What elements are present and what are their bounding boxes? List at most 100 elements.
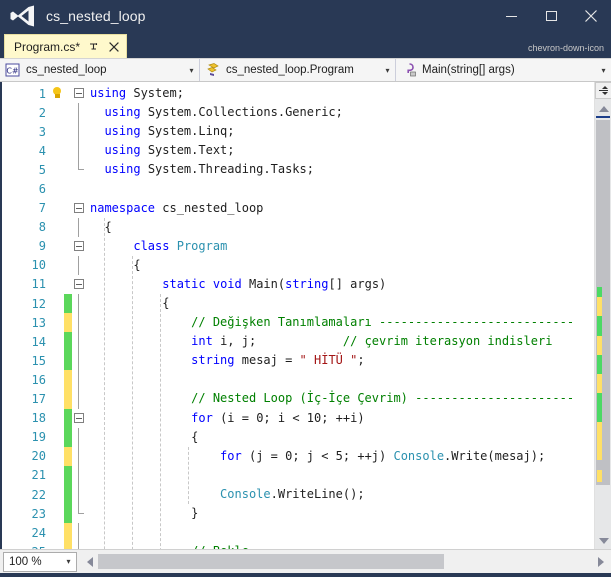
glyph-margin[interactable] <box>48 542 64 549</box>
outlining-margin[interactable] <box>72 409 88 428</box>
code-line[interactable]: 5 using System.Threading.Tasks; <box>2 160 594 179</box>
glyph-margin[interactable] <box>48 294 64 313</box>
outlining-margin[interactable] <box>72 103 88 123</box>
code-text[interactable]: Console.WriteLine(); <box>88 485 594 504</box>
glyph-margin[interactable] <box>48 466 64 485</box>
glyph-margin[interactable] <box>48 256 64 275</box>
code-line[interactable]: 16 <box>2 370 594 390</box>
code-text[interactable]: for (i = 0; i < 10; ++i) <box>88 409 594 428</box>
glyph-margin[interactable] <box>48 103 64 122</box>
glyph-margin[interactable] <box>48 180 64 199</box>
code-line[interactable]: 15 string mesaj = " HİTÜ "; <box>2 351 594 371</box>
code-text[interactable]: string mesaj = " HİTÜ "; <box>88 351 594 370</box>
code-line[interactable]: 4 using System.Text; <box>2 141 594 161</box>
code-text[interactable]: using System.Linq; <box>88 122 594 141</box>
code-text[interactable]: { <box>88 218 594 237</box>
glyph-margin[interactable] <box>48 504 64 523</box>
code-text[interactable]: namespace cs_nested_loop <box>88 199 594 218</box>
glyph-margin[interactable] <box>48 122 64 141</box>
code-line[interactable]: 6 <box>2 179 594 198</box>
outlining-margin[interactable] <box>72 179 88 198</box>
vertical-scrollbar[interactable] <box>594 82 611 549</box>
zoom-dropdown[interactable]: 100 % ▾ <box>3 551 77 572</box>
code-line[interactable]: 25 // Bekle ----------------------------… <box>2 542 594 549</box>
code-text[interactable]: using System.Collections.Generic; <box>88 103 594 122</box>
glyph-margin[interactable] <box>48 485 64 504</box>
code-text[interactable]: { <box>88 428 594 447</box>
outlining-margin[interactable] <box>72 523 88 543</box>
glyph-margin[interactable] <box>48 141 64 160</box>
outlining-margin[interactable] <box>72 293 88 314</box>
code-text[interactable]: int i, j; // çevrim iterasyon indisleri <box>88 332 594 351</box>
code-line[interactable]: 22 Console.WriteLine(); <box>2 484 594 505</box>
scroll-left-arrow-icon[interactable] <box>81 553 98 570</box>
code-line[interactable]: 11 static void Main(string[] args) <box>2 275 594 294</box>
code-text[interactable]: using System.Text; <box>88 141 594 160</box>
code-line[interactable]: 3 using System.Linq; <box>2 122 594 142</box>
glyph-margin[interactable] <box>48 523 64 542</box>
code-line[interactable]: 20 for (j = 0; j < 5; ++j) Console.Write… <box>2 446 594 466</box>
outlining-margin[interactable] <box>72 84 88 103</box>
code-text[interactable]: // Değişken Tanımlamaları --------------… <box>88 313 594 332</box>
glyph-margin[interactable] <box>48 199 64 218</box>
outlining-margin[interactable] <box>72 427 88 447</box>
horizontal-scroll-track[interactable] <box>98 553 592 570</box>
zoom-chevron-down-icon[interactable]: ▾ <box>61 557 76 566</box>
code-text[interactable]: using System; <box>88 84 594 103</box>
code-line[interactable]: 17 // Nested Loop (İç-İçe Çevrim) ------… <box>2 389 594 409</box>
outlining-margin[interactable] <box>72 351 88 371</box>
code-line[interactable]: 13 // Değişken Tanımlamaları -----------… <box>2 313 594 333</box>
code-line[interactable]: 14 int i, j; // çevrim iterasyon indisle… <box>2 332 594 352</box>
code-line[interactable]: 7 namespace cs_nested_loop <box>2 199 594 218</box>
project-dropdown[interactable]: C# cs_nested_loop ▾ <box>0 59 200 81</box>
outlining-margin[interactable] <box>72 465 88 486</box>
pin-icon[interactable] <box>87 40 100 53</box>
code-line[interactable]: 18 for (i = 0; i < 10; ++i) <box>2 408 594 428</box>
glyph-margin[interactable] <box>48 370 64 389</box>
outlining-margin[interactable] <box>72 484 88 505</box>
code-text[interactable] <box>88 466 594 485</box>
code-editor[interactable]: 1 using System; 2 using System.Collections… <box>2 82 594 549</box>
glyph-margin[interactable] <box>48 84 64 103</box>
tab-close-icon[interactable] <box>107 40 120 53</box>
glyph-margin[interactable] <box>48 237 64 256</box>
code-line[interactable]: 9 class Program <box>2 237 594 256</box>
scroll-right-arrow-icon[interactable] <box>592 553 609 570</box>
outlining-margin[interactable] <box>72 446 88 466</box>
project-chevron-down-icon[interactable]: ▾ <box>184 66 199 75</box>
maximize-button[interactable] <box>531 0 571 32</box>
member-dropdown[interactable]: Main(string[] args) ▾ <box>396 59 611 81</box>
code-text[interactable]: { <box>88 294 594 313</box>
code-text[interactable] <box>88 523 594 542</box>
collapse-toggle-icon[interactable] <box>74 87 84 98</box>
outlining-margin[interactable] <box>72 275 88 294</box>
code-text[interactable]: for (j = 0; j < 5; ++j) Console.Write(me… <box>88 447 594 466</box>
code-line[interactable]: 21 <box>2 465 594 486</box>
member-chevron-down-icon[interactable]: ▾ <box>596 66 611 75</box>
code-text[interactable] <box>88 370 594 389</box>
glyph-margin[interactable] <box>48 428 64 447</box>
outlining-margin[interactable] <box>72 141 88 161</box>
code-line[interactable]: 8 { <box>2 217 594 237</box>
code-text[interactable]: using System.Threading.Tasks; <box>88 160 594 179</box>
outlining-margin[interactable] <box>72 122 88 142</box>
code-text[interactable]: { <box>88 256 594 275</box>
collapse-toggle-icon[interactable] <box>74 240 84 251</box>
glyph-margin[interactable] <box>48 351 64 370</box>
outlining-margin[interactable] <box>72 504 88 523</box>
outlining-margin[interactable] <box>72 255 88 275</box>
glyph-margin[interactable] <box>48 409 64 428</box>
glyph-margin[interactable] <box>48 275 64 294</box>
scroll-up-arrow-icon[interactable] <box>595 100 611 117</box>
tab-program-cs[interactable]: Program.cs* <box>4 34 128 58</box>
code-text[interactable]: // Nested Loop (İç-İçe Çevrim) ---------… <box>88 389 594 408</box>
code-line[interactable]: 12 { <box>2 293 594 314</box>
code-line[interactable]: 1 using System; <box>2 84 594 103</box>
code-text[interactable]: } <box>88 504 594 523</box>
outlining-margin[interactable] <box>72 389 88 409</box>
type-chevron-down-icon[interactable]: ▾ <box>380 66 395 75</box>
code-text[interactable]: // Bekle -------------------------------… <box>88 542 594 549</box>
outlining-margin[interactable] <box>72 199 88 218</box>
minimize-button[interactable] <box>491 0 531 32</box>
collapse-toggle-icon[interactable] <box>74 278 84 289</box>
